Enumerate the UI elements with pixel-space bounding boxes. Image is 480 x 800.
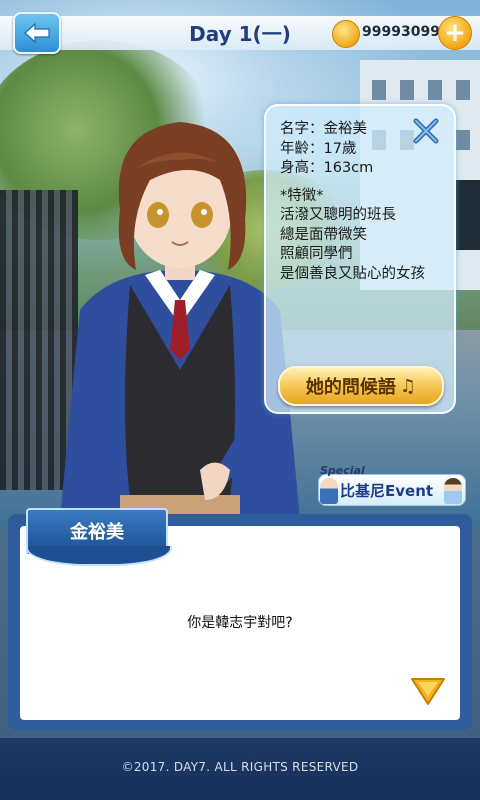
trait-item: 總是面帶微笑	[280, 226, 367, 243]
traits-section: *特徵* 活潑又聰明的班長 總是面帶微笑 照顧同學們 是個善良又貼心的女孩	[280, 187, 440, 285]
trait-item: 照顧同學們	[280, 246, 353, 262]
plus-icon: +	[444, 18, 466, 48]
coin-amount: 999930999	[362, 24, 450, 40]
music-note-icon: ♫	[399, 375, 417, 397]
special-tag: Special	[320, 464, 365, 477]
copyright-text: ©2017. DAY7. ALL RIGHTS RESERVED	[121, 760, 359, 774]
add-coins-button[interactable]: +	[438, 16, 472, 50]
greeting-button-label: 她的問候語	[305, 377, 396, 398]
event-label: 比基尼Event	[340, 482, 434, 500]
special-event-badge[interactable]: Special 比基尼Event	[318, 464, 468, 506]
game-screen: Day 1(一) 999930999 + 名字：金裕美 年齡：17歲 身高：16…	[0, 0, 480, 800]
greeting-button[interactable]: 她的問候語 ♫	[278, 366, 444, 406]
profile-height: 身高：163cm	[280, 160, 374, 176]
coin-icon	[332, 20, 360, 48]
traits-heading: *特徵*	[280, 187, 324, 204]
dialogue-line: 你是韓志宇對吧?	[187, 615, 293, 631]
day-title: Day 1(一)	[189, 22, 291, 46]
back-arrow-icon	[24, 22, 50, 44]
next-arrow-icon[interactable]	[410, 676, 446, 706]
back-button[interactable]	[13, 12, 61, 54]
trait-item: 活潑又聰明的班長	[280, 207, 396, 223]
event-character-icon	[444, 478, 462, 504]
footer: ©2017. DAY7. ALL RIGHTS RESERVED	[0, 738, 480, 800]
bus-background	[456, 180, 480, 250]
speaker-name: 金裕美	[70, 522, 124, 543]
close-icon[interactable]	[411, 116, 441, 146]
trait-item: 是個善良又貼心的女孩	[280, 265, 425, 282]
event-character-icon	[320, 478, 338, 504]
